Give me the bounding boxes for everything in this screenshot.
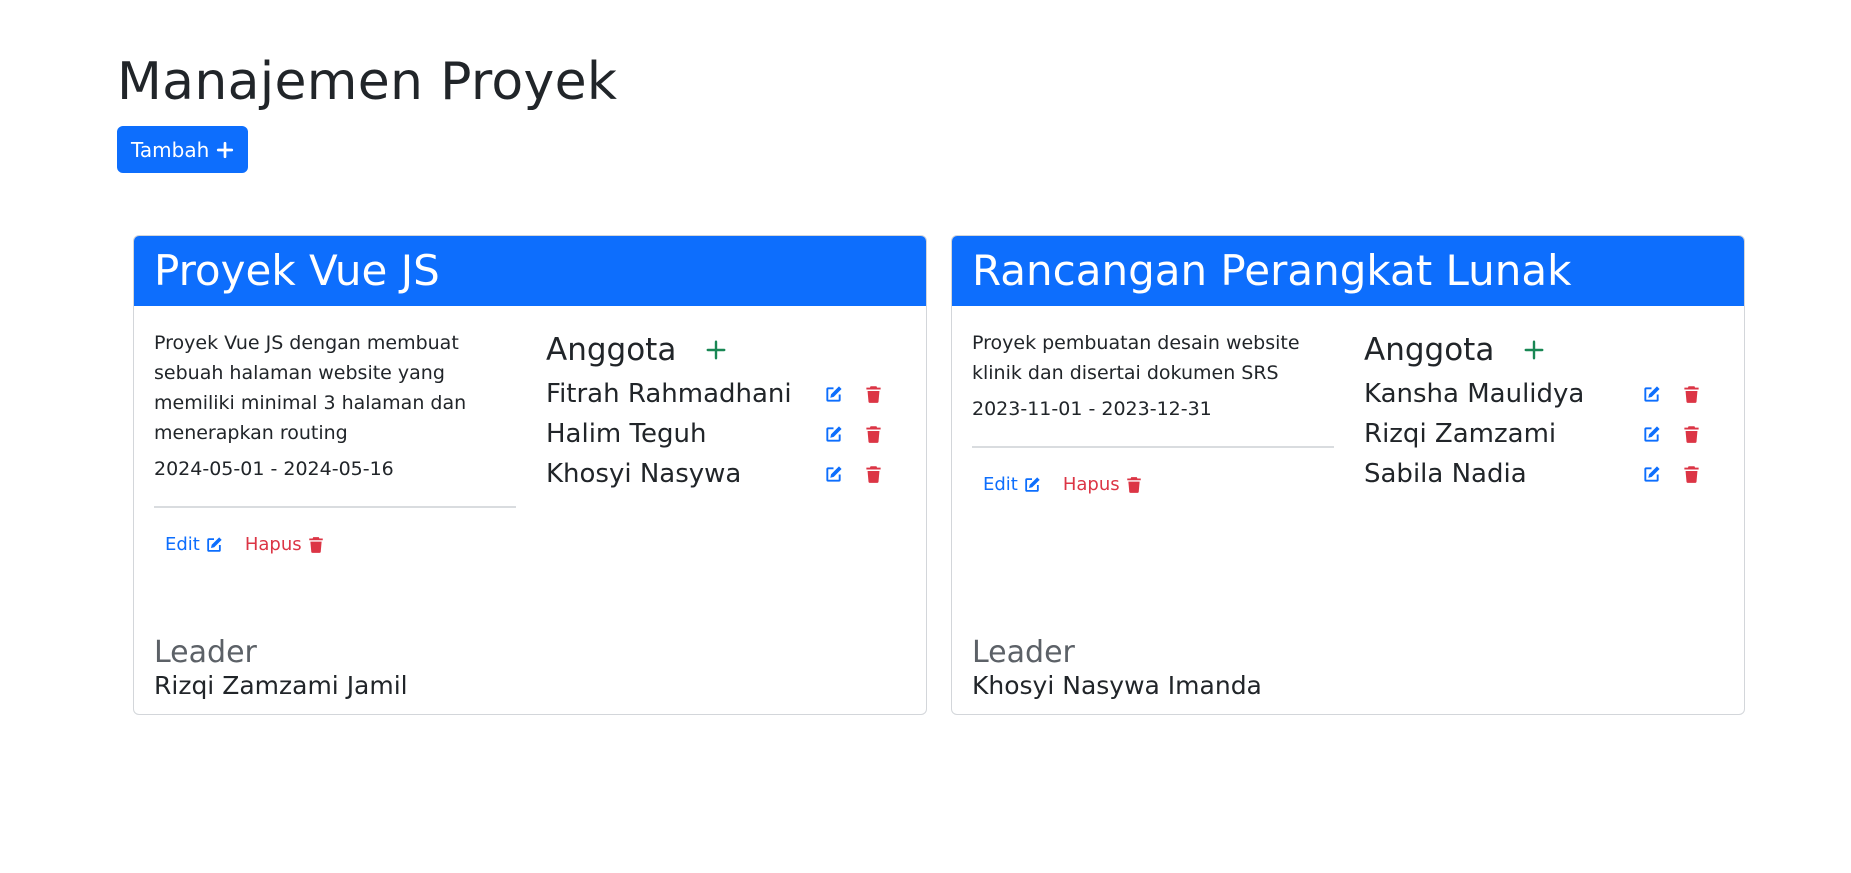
- delete-project-button[interactable]: Hapus: [1063, 474, 1143, 495]
- trash-icon[interactable]: [864, 425, 883, 444]
- trash-icon[interactable]: [1682, 385, 1701, 404]
- members-title: Anggota: [546, 332, 677, 368]
- member-name: Fitrah Rahmadhani: [546, 379, 792, 409]
- delete-label: Hapus: [244, 534, 302, 555]
- project-card: Proyek Vue JS Proyek Vue JS dengan membu…: [133, 235, 927, 715]
- project-actions: Edit Hapus: [154, 534, 516, 555]
- member-row: Kansha Maulidya: [1364, 374, 1724, 414]
- edit-icon: [1025, 476, 1040, 492]
- project-card: Rancangan Perangkat Lunak Proyek pembuat…: [951, 235, 1745, 715]
- leader-name: Khosyi Nasywa Imanda: [972, 671, 1262, 700]
- delete-label: Hapus: [1062, 474, 1120, 495]
- edit-icon[interactable]: [1642, 385, 1661, 404]
- members-section: Anggota Kansha Maulidya Rizqi Zamzami Sa…: [1364, 328, 1724, 494]
- member-row: Sabila Nadia: [1364, 454, 1724, 494]
- project-dates: 2023-11-01 - 2023-12-31: [972, 398, 1212, 420]
- project-title: Proyek Vue JS: [134, 236, 926, 306]
- member-name: Sabila Nadia: [1364, 459, 1527, 489]
- trash-icon[interactable]: [1682, 425, 1701, 444]
- leader-section: Leader Rizqi Zamzami Jamil: [154, 636, 408, 702]
- plus-icon: [217, 141, 234, 158]
- member-row: Rizqi Zamzami: [1364, 414, 1724, 454]
- trash-icon[interactable]: [1682, 465, 1701, 484]
- edit-icon[interactable]: [1642, 465, 1661, 484]
- member-name: Halim Teguh: [546, 419, 707, 449]
- edit-icon[interactable]: [824, 425, 843, 444]
- add-project-button[interactable]: Tambah: [117, 126, 249, 173]
- project-actions: Edit Hapus: [972, 474, 1334, 495]
- leader-label: Leader: [154, 635, 257, 670]
- trash-icon[interactable]: [864, 465, 883, 484]
- edit-project-button[interactable]: Edit: [983, 474, 1041, 495]
- add-member-icon[interactable]: [1522, 338, 1546, 362]
- edit-icon: [207, 536, 222, 552]
- member-name: Kansha Maulidya: [1364, 379, 1585, 409]
- member-row: Khosyi Nasywa: [546, 454, 906, 494]
- trash-icon: [1126, 476, 1141, 493]
- add-project-label: Tambah: [131, 137, 210, 162]
- trash-icon[interactable]: [864, 385, 883, 404]
- edit-project-button[interactable]: Edit: [165, 534, 223, 555]
- divider: [154, 506, 516, 508]
- members-section: Anggota Fitrah Rahmadhani Halim Teguh Kh…: [546, 328, 906, 494]
- edit-label: Edit: [165, 534, 200, 555]
- member-name: Rizqi Zamzami: [1364, 419, 1557, 449]
- project-title: Rancangan Perangkat Lunak: [952, 236, 1744, 306]
- page-title: Manajemen Proyek: [117, 52, 618, 112]
- project-dates: 2024-05-01 - 2024-05-16: [154, 458, 394, 480]
- edit-icon[interactable]: [824, 465, 843, 484]
- member-row: Halim Teguh: [546, 414, 906, 454]
- project-info: Proyek pembuatan desain website klinik d…: [972, 328, 1334, 495]
- members-title: Anggota: [1364, 332, 1495, 368]
- edit-icon[interactable]: [824, 385, 843, 404]
- member-list: Fitrah Rahmadhani Halim Teguh Khosyi Nas…: [546, 374, 906, 494]
- leader-label: Leader: [972, 635, 1075, 670]
- leader-name: Rizqi Zamzami Jamil: [154, 671, 408, 700]
- delete-project-button[interactable]: Hapus: [245, 534, 325, 555]
- leader-section: Leader Khosyi Nasywa Imanda: [972, 636, 1262, 702]
- member-row: Fitrah Rahmadhani: [546, 374, 906, 414]
- project-description: Proyek pembuatan desain website klinik d…: [972, 332, 1300, 384]
- divider: [972, 446, 1334, 448]
- member-list: Kansha Maulidya Rizqi Zamzami Sabila Nad…: [1364, 374, 1724, 494]
- project-description: Proyek Vue JS dengan membuat sebuah hala…: [154, 332, 467, 444]
- edit-label: Edit: [983, 474, 1018, 495]
- trash-icon: [308, 536, 323, 553]
- member-name: Khosyi Nasywa: [546, 459, 742, 489]
- project-info: Proyek Vue JS dengan membuat sebuah hala…: [154, 328, 516, 555]
- edit-icon[interactable]: [1642, 425, 1661, 444]
- add-member-icon[interactable]: [704, 338, 728, 362]
